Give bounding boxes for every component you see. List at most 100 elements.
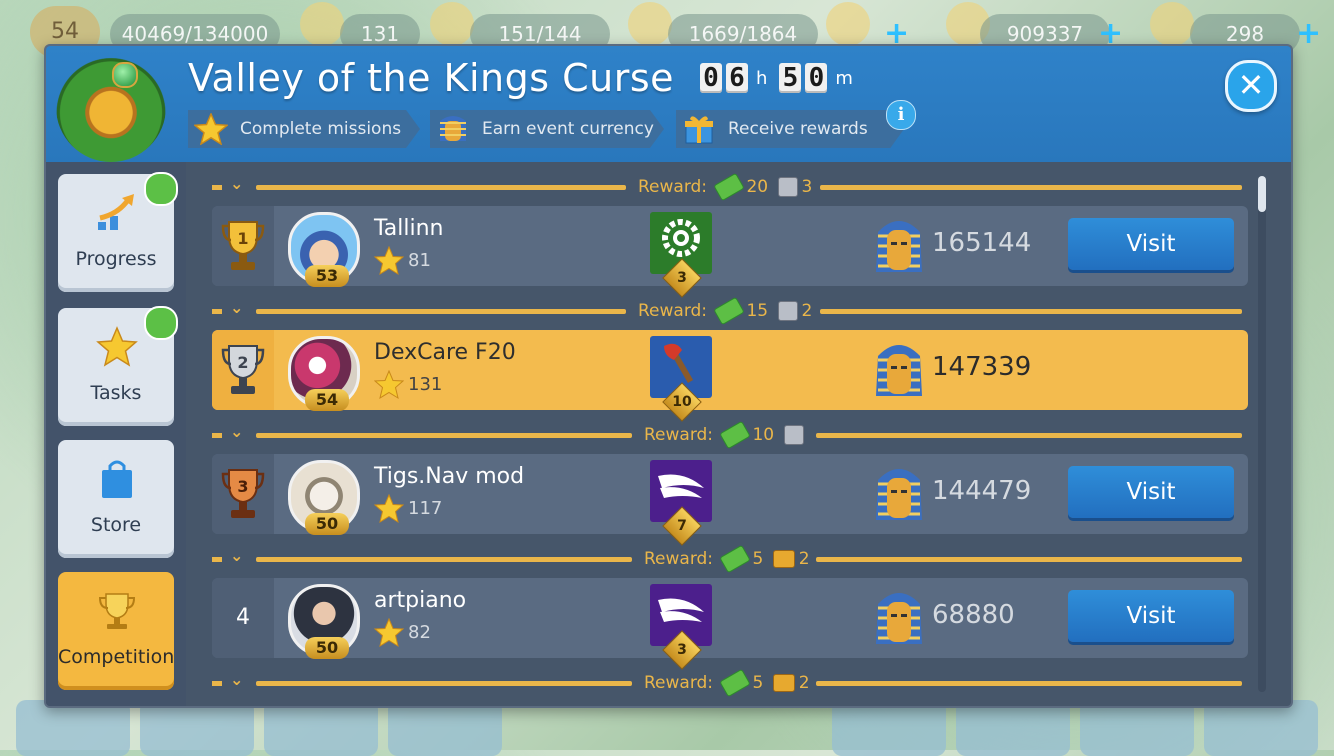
leaderboard-row: 1 53 Tallinn 81 3 165144 Visit bbox=[212, 206, 1248, 298]
leaderboard-row: 3 50 Tigs.Nav mod 117 7 144479 Visit bbox=[212, 454, 1248, 546]
leaderboard-row-self: 2 54 DexCare F20 131 10 147339 bbox=[212, 330, 1248, 422]
star-icon bbox=[194, 113, 228, 145]
sidebar-item-tasks[interactable]: Tasks bbox=[58, 306, 178, 426]
club-gear-icon: 3 bbox=[650, 212, 712, 298]
reward-divider: ⌄ Reward: 10 bbox=[212, 420, 1242, 450]
divider-line bbox=[816, 557, 1242, 562]
star-icon bbox=[374, 370, 404, 400]
divider-dash bbox=[212, 433, 222, 438]
hud-cash-icon bbox=[1150, 2, 1194, 46]
wing-icon bbox=[658, 474, 704, 498]
badge-gem-icon bbox=[112, 62, 138, 88]
hud-storage-icon bbox=[628, 2, 672, 46]
avatar[interactable]: 50 bbox=[288, 460, 360, 535]
hud-plus-icon[interactable]: + bbox=[884, 19, 909, 49]
dock-button-shop[interactable] bbox=[140, 700, 254, 756]
reward-relic: 3 bbox=[801, 177, 813, 197]
sidebar-item-competition[interactable]: Competition bbox=[58, 572, 174, 690]
timer-digit: 0 bbox=[805, 63, 828, 93]
rank-cell: 3 bbox=[212, 454, 274, 534]
player-level: 50 bbox=[305, 637, 349, 659]
axe-icon bbox=[664, 343, 694, 383]
scroll-thumb[interactable] bbox=[1258, 176, 1266, 212]
wing-icon bbox=[658, 598, 704, 622]
step-receive-rewards: Receive rewards bbox=[676, 110, 904, 148]
dock-button-build[interactable] bbox=[16, 700, 130, 756]
reward-cash: 10 bbox=[752, 425, 775, 445]
dock-button-settings[interactable] bbox=[1204, 700, 1318, 756]
sidebar-item-store[interactable]: Store bbox=[58, 440, 174, 558]
timer-digit: 5 bbox=[779, 63, 802, 93]
divider-dash bbox=[212, 309, 222, 314]
dock-button-map[interactable] bbox=[1080, 700, 1194, 756]
divider-line bbox=[256, 433, 632, 438]
stars-count: 131 bbox=[408, 374, 443, 395]
club-wing-icon: 7 bbox=[650, 460, 712, 546]
club-level-badge: 10 bbox=[662, 382, 702, 422]
gear-icon bbox=[662, 219, 700, 257]
divider-line bbox=[820, 309, 1242, 314]
scarab-badge-icon bbox=[56, 52, 166, 162]
pharaoh-currency-icon bbox=[876, 345, 922, 396]
reward-cash: 5 bbox=[752, 549, 764, 569]
relic-icon bbox=[777, 301, 798, 321]
close-button[interactable]: ✕ bbox=[1225, 60, 1277, 112]
visit-button[interactable]: Visit bbox=[1068, 218, 1234, 270]
reward-chest: 2 bbox=[798, 673, 810, 693]
visit-button[interactable]: Visit bbox=[1068, 590, 1234, 642]
info-button[interactable]: i bbox=[886, 100, 916, 130]
gold-trophy-icon: 1 bbox=[221, 221, 265, 270]
reward-cash: 5 bbox=[752, 673, 764, 693]
close-icon: ✕ bbox=[1237, 66, 1265, 104]
star-icon bbox=[374, 494, 404, 524]
bronze-trophy-icon: 3 bbox=[221, 469, 265, 518]
divider-dash bbox=[212, 557, 222, 562]
chevron-down-icon[interactable]: ⌄ bbox=[230, 670, 243, 689]
relic-icon bbox=[783, 425, 804, 445]
stars-count: 82 bbox=[408, 622, 431, 643]
rank-number: 4 bbox=[212, 578, 274, 658]
dock-button-profile[interactable] bbox=[832, 700, 946, 756]
chevron-down-icon[interactable]: ⌄ bbox=[230, 174, 243, 193]
trophy-rank: 2 bbox=[237, 353, 248, 372]
reward-info: Reward: 5 2 bbox=[644, 668, 810, 698]
club-level-badge: 3 bbox=[662, 630, 702, 670]
avatar[interactable]: 54 bbox=[288, 336, 360, 411]
reward-info: Reward: 20 3 bbox=[638, 172, 813, 202]
cash-icon bbox=[719, 544, 752, 574]
player-score: 144479 bbox=[932, 476, 1032, 506]
club-level: 10 bbox=[672, 394, 692, 410]
hud-cash-plus-icon[interactable]: + bbox=[1296, 19, 1321, 49]
sidebar-item-progress[interactable]: Progress bbox=[58, 172, 178, 292]
dock-button-tasks[interactable] bbox=[956, 700, 1070, 756]
sidebar-item-label: Progress bbox=[75, 248, 157, 270]
divider-dash bbox=[212, 185, 222, 190]
player-stars: 82 bbox=[374, 618, 431, 648]
reward-cash: 20 bbox=[746, 177, 769, 197]
shopping-bag-icon bbox=[102, 460, 132, 498]
dock-button-materials[interactable] bbox=[264, 700, 378, 756]
reward-label: Reward: bbox=[638, 301, 708, 321]
sidebar: Progress Tasks Store Competition bbox=[46, 162, 186, 706]
divider-dash bbox=[212, 681, 222, 686]
avatar[interactable]: 50 bbox=[288, 584, 360, 659]
avatar[interactable]: 53 bbox=[288, 212, 360, 287]
club-axe-icon: 10 bbox=[650, 336, 712, 422]
gift-icon bbox=[685, 116, 713, 144]
timer-minutes-unit: m bbox=[835, 67, 853, 89]
player-score: 68880 bbox=[932, 600, 1015, 630]
hud-coins-plus-icon[interactable]: + bbox=[1098, 19, 1123, 49]
pharaoh-currency-icon bbox=[876, 593, 922, 644]
divider-line bbox=[816, 433, 1242, 438]
reward-info: Reward: 5 2 bbox=[644, 544, 810, 574]
chevron-down-icon[interactable]: ⌄ bbox=[230, 422, 243, 441]
dock-button-chest[interactable] bbox=[388, 700, 502, 756]
player-name: artpiano bbox=[374, 588, 467, 613]
chevron-down-icon[interactable]: ⌄ bbox=[230, 298, 243, 317]
hud-star-icon bbox=[300, 2, 344, 46]
visit-button[interactable]: Visit bbox=[1068, 466, 1234, 518]
chevron-down-icon[interactable]: ⌄ bbox=[230, 546, 243, 565]
leaderboard-list[interactable]: ⌄ Reward: 20 3 1 53 Tallinn 81 3 165144 … bbox=[206, 162, 1250, 706]
modal-header: Valley of the Kings Curse 0 6 h 5 0 m ✕ … bbox=[46, 46, 1291, 162]
list-scrollbar[interactable] bbox=[1258, 176, 1266, 692]
